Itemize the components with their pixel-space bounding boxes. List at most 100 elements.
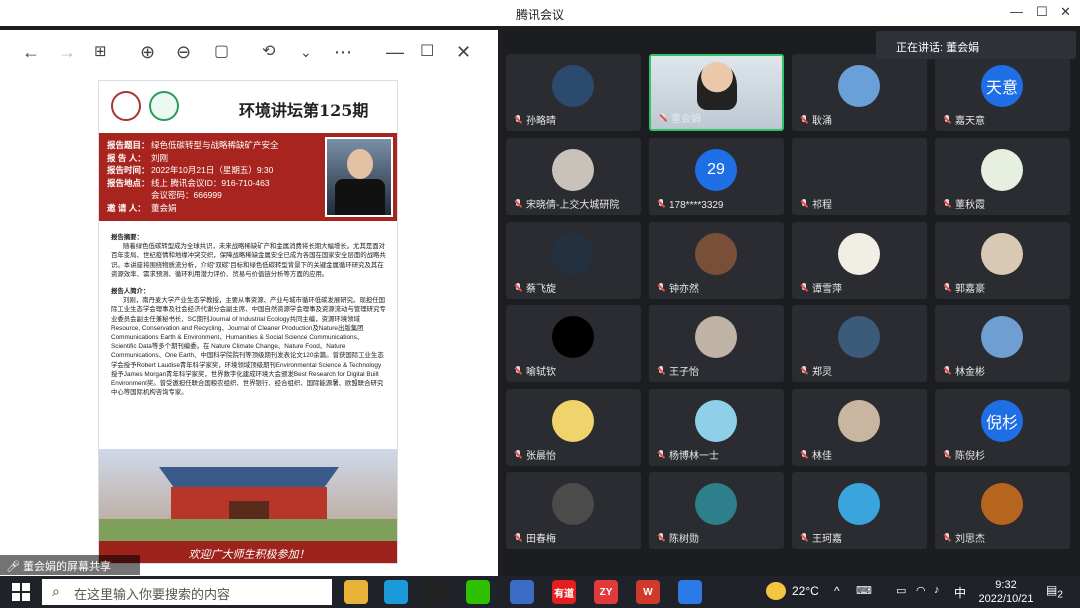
participant-name: 杨博林一士 bbox=[657, 447, 719, 462]
maximize-icon[interactable]: ☐ bbox=[1036, 4, 1048, 20]
mic-muted-icon bbox=[657, 450, 665, 460]
participant-tile[interactable]: 倪杉 陈倪杉 bbox=[935, 389, 1070, 466]
participant-name: 钟亦然 bbox=[657, 280, 699, 295]
video-feed bbox=[697, 62, 737, 110]
wps-icon[interactable]: W bbox=[636, 580, 660, 604]
participant-tile[interactable]: 宋晓倩-上交大城研院 bbox=[506, 138, 641, 215]
abstract-text: 随着绿色低碳转型成为全球共识，未来战略稀缺矿产和金属消费将长期大幅增长。尤其是面… bbox=[111, 243, 386, 278]
participant-name: 张晨怡 bbox=[514, 447, 556, 462]
close-icon[interactable]: ✕ bbox=[1060, 4, 1071, 20]
tray-chevron-icon[interactable]: ^ bbox=[834, 584, 840, 598]
speaker-photo bbox=[325, 137, 393, 217]
mic-muted-icon bbox=[514, 450, 522, 460]
participant-tile[interactable]: 祁程 bbox=[792, 138, 927, 215]
viewer-maximize-icon[interactable]: ☐ bbox=[420, 42, 434, 62]
wechat-icon[interactable] bbox=[466, 580, 490, 604]
participant-tile[interactable]: 耿涌 bbox=[792, 54, 927, 131]
viewer-close-icon[interactable]: ✕ bbox=[456, 42, 471, 62]
participant-tile[interactable]: 董会娟 bbox=[649, 54, 784, 131]
poster-info-row: 报告地点：线上 腾讯会议ID：916-710-463 bbox=[107, 177, 317, 190]
qq-icon[interactable] bbox=[424, 580, 448, 604]
actual-size-icon[interactable]: ▢ bbox=[214, 42, 229, 62]
clock[interactable]: 9:32 2022/10/21 bbox=[976, 578, 1036, 606]
participant-tile[interactable]: 天意 嘉天意 bbox=[935, 54, 1070, 131]
mic-muted-icon bbox=[943, 533, 951, 543]
participant-tile[interactable]: 王子怡 bbox=[649, 305, 784, 382]
bio-title: 报告人简介： bbox=[111, 288, 150, 296]
mic-muted-icon bbox=[800, 450, 808, 460]
more-options-icon[interactable]: ⋯ bbox=[334, 42, 352, 62]
participant-tile[interactable]: 林佳 bbox=[792, 389, 927, 466]
zy-icon[interactable]: ZY bbox=[594, 580, 618, 604]
input-method[interactable]: 中 bbox=[954, 584, 966, 601]
lecture-poster: 环境讲坛第125期 报告题目：绿色低碳转型与战略稀缺矿产安全报 告 人： 刘刚 报告… bbox=[98, 80, 398, 564]
poster-info-banner: 报告题目：绿色低碳转型与战略稀缺矿产安全报 告 人： 刘刚 报告时间：2022年10… bbox=[99, 133, 397, 221]
participant-tile[interactable]: 29 178****3329 bbox=[649, 138, 784, 215]
taskbar: ⌕ 在这里输入你要搜索的内容 有道 ZY W 22°C ^ ⌨ ▭ ◠ ♪ 中 9:… bbox=[0, 576, 1080, 608]
rotate-icon[interactable]: ⟲ bbox=[262, 42, 275, 62]
screen-share-label: 🎤︎ 董会娟的屏幕共享 bbox=[0, 555, 140, 575]
volume-icon[interactable]: ♪ bbox=[934, 584, 940, 596]
participant-tile[interactable]: 孙略晴 bbox=[506, 54, 641, 131]
poster-info-key: 报告地点： bbox=[107, 177, 150, 188]
youdao-icon[interactable]: 有道 bbox=[552, 580, 576, 604]
poster-heading: 环境讲坛第125期 bbox=[239, 101, 369, 120]
tencent-meeting-icon[interactable] bbox=[678, 580, 702, 604]
avatar: 29 bbox=[695, 149, 737, 191]
poster-info-value: 董会娟 bbox=[151, 202, 177, 213]
zoom-in-icon[interactable]: ⊕ bbox=[140, 42, 155, 62]
chevron-down-icon[interactable]: ⌄ bbox=[300, 42, 312, 62]
notification-center-icon[interactable]: ▤2 bbox=[1046, 583, 1063, 600]
edge-icon[interactable] bbox=[384, 580, 408, 604]
participant-name: 董秋霞 bbox=[943, 196, 985, 211]
participant-tile[interactable]: 钟亦然 bbox=[649, 222, 784, 299]
participant-name: 耿涌 bbox=[800, 112, 832, 127]
poster-info-key: 邀 请 人： bbox=[107, 202, 146, 213]
avatar bbox=[838, 233, 880, 275]
mic-muted-icon bbox=[659, 113, 667, 123]
mic-muted-icon bbox=[800, 283, 808, 293]
avatar bbox=[981, 233, 1023, 275]
participant-tile[interactable]: 喻轼钦 bbox=[506, 305, 641, 382]
avatar bbox=[695, 483, 737, 525]
participant-name: 郭嘉豪 bbox=[943, 280, 985, 295]
participant-tile[interactable]: 郭嘉豪 bbox=[935, 222, 1070, 299]
tray-ime-icon[interactable]: ⌨ bbox=[856, 584, 872, 597]
participant-tile[interactable]: 蔡飞旋 bbox=[506, 222, 641, 299]
participant-tile[interactable]: 田春梅 bbox=[506, 472, 641, 549]
minimize-icon[interactable]: — bbox=[1010, 4, 1023, 19]
participant-tile[interactable]: 刘思杰 bbox=[935, 472, 1070, 549]
viewer-minimize-icon[interactable]: — bbox=[386, 42, 404, 62]
participant-name: 刘思杰 bbox=[943, 530, 985, 545]
avatar bbox=[981, 483, 1023, 525]
mic-muted-icon bbox=[943, 450, 951, 460]
search-input[interactable]: ⌕ 在这里输入你要搜索的内容 bbox=[42, 579, 332, 605]
poster-info-value: 线上 腾讯会议ID：916-710-463 bbox=[151, 177, 270, 188]
paint-icon[interactable] bbox=[510, 580, 534, 604]
avatar bbox=[838, 483, 880, 525]
mic-muted-icon bbox=[657, 366, 665, 376]
participant-tile[interactable]: 张晨怡 bbox=[506, 389, 641, 466]
file-explorer-icon[interactable] bbox=[344, 580, 368, 604]
poster-footer: 欢迎广大师生积极参加！ bbox=[99, 541, 397, 563]
poster-info-value: 会议密码：666999 bbox=[151, 190, 222, 200]
participant-tile[interactable]: 董秋霞 bbox=[935, 138, 1070, 215]
battery-icon[interactable]: ▭ bbox=[896, 584, 906, 597]
mic-muted-icon bbox=[800, 366, 808, 376]
participant-tile[interactable]: 谭雪萍 bbox=[792, 222, 927, 299]
participant-tile[interactable]: 陈树勋 bbox=[649, 472, 784, 549]
weather-temp: 22°C bbox=[792, 584, 819, 598]
participant-tile[interactable]: 林金彬 bbox=[935, 305, 1070, 382]
wifi-icon[interactable]: ◠ bbox=[916, 584, 926, 597]
participant-name: 祁程 bbox=[800, 196, 832, 211]
zoom-out-icon[interactable]: ⊖ bbox=[176, 42, 191, 62]
institute-logo-icon bbox=[149, 91, 179, 121]
forward-arrow-icon[interactable]: → bbox=[58, 42, 76, 62]
participant-tile[interactable]: 郑灵 bbox=[792, 305, 927, 382]
grid-view-icon[interactable]: ⊞ bbox=[94, 42, 107, 62]
participant-tile[interactable]: 王珂嘉 bbox=[792, 472, 927, 549]
back-arrow-icon[interactable]: ← bbox=[22, 42, 40, 62]
participant-tile[interactable]: 杨博林一士 bbox=[649, 389, 784, 466]
participant-name: 陈树勋 bbox=[657, 530, 699, 545]
start-button[interactable] bbox=[12, 583, 30, 601]
